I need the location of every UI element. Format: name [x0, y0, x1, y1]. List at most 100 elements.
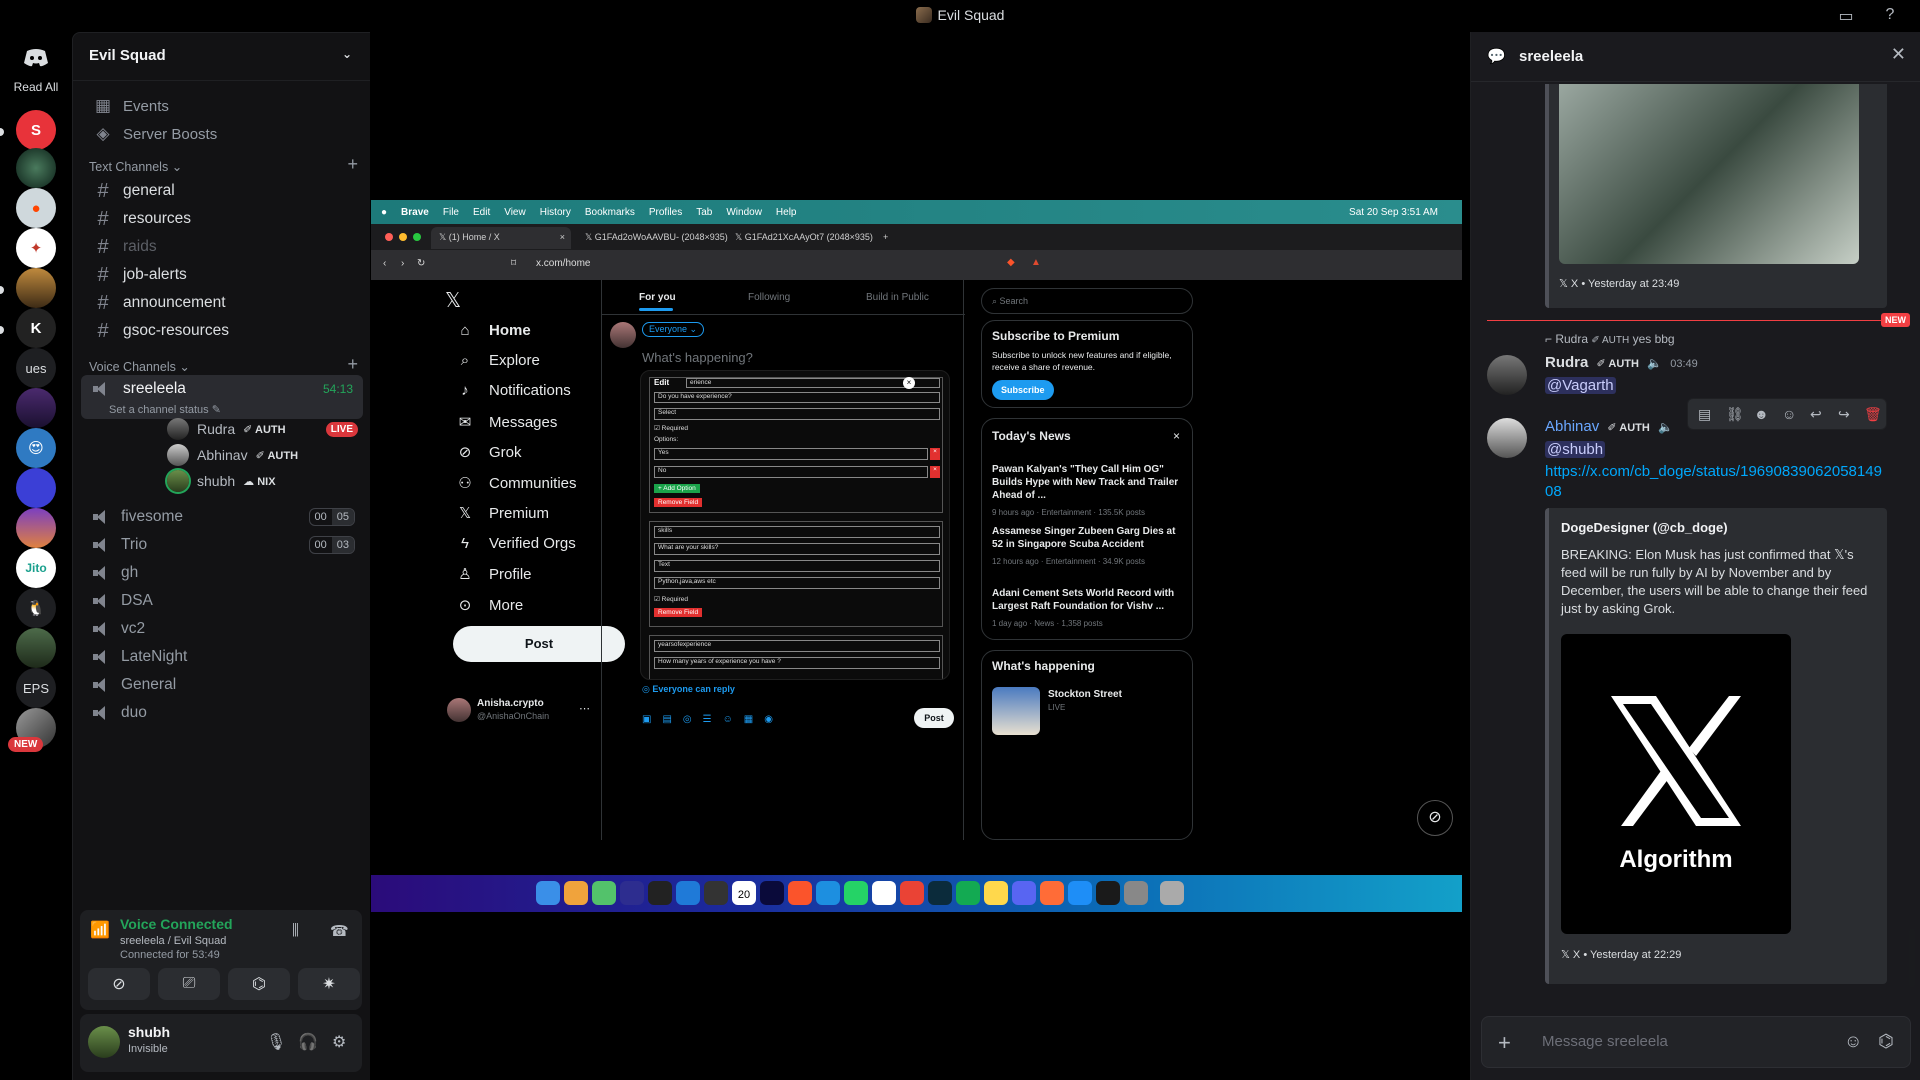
menu-profiles[interactable]: Profiles — [649, 207, 682, 218]
gamepad-icon[interactable]: ⌬ — [1878, 1031, 1894, 1052]
channel-gsoc-resources[interactable]: # gsoc-resources — [81, 315, 363, 347]
browser-tab-image-2[interactable]: 𝕏 G1FAd21XcAAyOt7 (2048×935) — [727, 227, 873, 249]
grok-float-icon[interactable]: ⊘ — [1417, 800, 1453, 836]
guild-icon-mascot[interactable]: ✦ — [16, 228, 56, 268]
voice-location[interactable]: sreeleela / Evil Squad — [120, 935, 226, 947]
embed-author[interactable]: DogeDesigner (@cb_doge) — [1561, 520, 1728, 535]
app-icon[interactable] — [704, 881, 728, 905]
whatsapp-icon[interactable] — [844, 881, 868, 905]
super-reaction-icon[interactable]: ☻ — [1754, 406, 1769, 422]
terminal-icon[interactable] — [648, 881, 672, 905]
browser-tab-image-1[interactable]: 𝕏 G1FAd2oWoAAVBU- (2048×935) — [577, 227, 728, 249]
x-nav-explore[interactable]: ⌕ Explore — [455, 352, 540, 369]
signal-icon[interactable]: 📶 — [90, 920, 112, 942]
account-menu-icon[interactable]: ⋯ — [579, 702, 590, 715]
guild-icon-blue[interactable] — [16, 468, 56, 508]
guild-icon-game[interactable] — [16, 628, 56, 668]
chrome-icon[interactable] — [900, 881, 924, 905]
author-name[interactable]: Rudra — [1545, 354, 1588, 371]
soundboard-button[interactable]: ✷ — [298, 968, 360, 1000]
docker-icon[interactable] — [816, 881, 840, 905]
compose-toolbar[interactable]: ▣▤◎☰☺▦◉ — [642, 714, 784, 725]
app-icon[interactable] — [1096, 881, 1120, 905]
x-nav-notifications[interactable]: ♪ Notifications — [455, 382, 570, 399]
close-icon[interactable]: × — [903, 377, 915, 389]
add-voice-channel-icon[interactable]: + — [347, 354, 358, 375]
vscode-icon[interactable] — [676, 881, 700, 905]
inbox-icon[interactable]: ▭ — [1836, 6, 1856, 25]
x-nav-home[interactable]: ⌂ Home — [455, 322, 530, 339]
message-composer[interactable]: + Message sreeleela ☺ ⌬ — [1481, 1016, 1911, 1068]
avatar[interactable] — [1487, 355, 1527, 395]
tab-for-you[interactable]: For you — [639, 292, 676, 303]
voice-user-abhinav[interactable]: Abhinav ✐ AUTH — [167, 443, 298, 467]
menu-history[interactable]: History — [540, 207, 571, 218]
new-tab-button[interactable]: + — [875, 227, 895, 249]
news-item[interactable]: Pawan Kalyan's "They Call Him OG" Builds… — [992, 463, 1184, 519]
menu-window[interactable]: Window — [726, 207, 762, 218]
discord-home-icon[interactable] — [16, 38, 56, 78]
guild-icon-owl[interactable]: 🐧 — [16, 588, 56, 628]
menu-bookmarks[interactable]: Bookmarks — [585, 207, 635, 218]
guild-icon-ues[interactable]: ues — [16, 348, 56, 388]
menu-help[interactable]: Help — [776, 207, 797, 218]
read-all-button[interactable]: Read All — [0, 80, 72, 94]
guild-icon-emoji[interactable]: 😍 — [16, 428, 56, 468]
close-window-icon[interactable] — [385, 233, 393, 241]
compose-post-button[interactable]: Post — [914, 708, 954, 728]
attached-image[interactable]: Edit erience Do you have experience? Sel… — [640, 370, 950, 680]
back-icon[interactable]: ‹ — [383, 258, 386, 269]
discord-icon[interactable] — [1012, 881, 1036, 905]
compose-input[interactable]: What's happening? — [642, 350, 753, 365]
guild-icon-jito[interactable]: Jito — [16, 548, 56, 588]
guild-icon-purple[interactable] — [16, 388, 56, 428]
brave-rewards-icon[interactable]: ▲ — [1031, 257, 1041, 268]
voice-channels-category[interactable]: Voice Channels ⌄ — [89, 359, 190, 374]
x-logo-icon[interactable]: 𝕏 — [445, 288, 461, 313]
reply-icon[interactable]: ↩ — [1810, 406, 1822, 423]
x-post-button[interactable]: Post — [453, 626, 625, 662]
bookmark-icon[interactable]: ⌑ — [511, 258, 516, 269]
apple-icon[interactable]: ● — [381, 207, 387, 218]
guild-icon-red[interactable]: S — [16, 110, 56, 150]
server-boosts-item[interactable]: ◈ Server Boosts — [81, 118, 363, 150]
guild-icon-avatar[interactable] — [16, 508, 56, 548]
minimize-window-icon[interactable] — [399, 233, 407, 241]
emoji-icon[interactable]: ☺ — [1782, 406, 1796, 422]
brave-shield-icon[interactable]: ◆ — [1007, 257, 1015, 268]
add-channel-icon[interactable]: + — [347, 154, 358, 175]
emoji-icon[interactable]: ☺ — [1844, 1031, 1862, 1052]
calendar-icon[interactable]: 20 — [732, 881, 756, 905]
username[interactable]: shubh — [128, 1024, 170, 1040]
browser-tab-x-home[interactable]: 𝕏 (1) Home / X × — [431, 227, 571, 249]
brave-icon[interactable] — [788, 881, 812, 905]
audience-dropdown[interactable]: Everyone ⌄ — [642, 322, 705, 337]
scrollbar[interactable] — [1909, 928, 1915, 988]
mongodb-icon[interactable] — [956, 881, 980, 905]
subscribe-button[interactable]: Subscribe — [992, 380, 1054, 400]
app-store-icon[interactable] — [1068, 881, 1092, 905]
message-input[interactable]: Message sreeleela — [1542, 1033, 1668, 1050]
activities-button[interactable]: ⌬ — [228, 968, 290, 1000]
avatar[interactable] — [88, 1026, 120, 1058]
menu-view[interactable]: View — [504, 207, 526, 218]
guild-icon-reddit[interactable]: ● — [16, 188, 56, 228]
forward-icon[interactable]: › — [401, 258, 404, 269]
trash-icon[interactable] — [1160, 881, 1184, 905]
author-name[interactable]: Abhinav — [1545, 418, 1599, 435]
postman-icon[interactable] — [1040, 881, 1064, 905]
embed-image[interactable]: Algorithm — [1561, 634, 1791, 934]
microphone-icon[interactable]: 🎙 — [266, 1032, 286, 1052]
message-link[interactable]: https://x.com/cb_doge/status/19690839062… — [1545, 462, 1887, 502]
x-nav-verified-orgs[interactable]: ϟ Verified Orgs — [455, 535, 576, 552]
menu-tab[interactable]: Tab — [696, 207, 712, 218]
guild-icon-k[interactable]: K — [16, 308, 56, 348]
launchpad-icon[interactable] — [564, 881, 588, 905]
happening-thumbnail[interactable] — [992, 687, 1040, 735]
x-nav-communities[interactable]: ⚇ Communities — [455, 474, 576, 493]
x-nav-messages[interactable]: ✉ Messages — [455, 413, 558, 432]
voice-user-shubh[interactable]: shubh ☁ NIX — [167, 469, 276, 493]
happening-item[interactable]: Stockton Street — [1048, 689, 1122, 700]
help-icon[interactable]: ? — [1880, 6, 1900, 24]
screen-share-stream[interactable]: ● Brave File Edit View History Bookmarks… — [371, 200, 1462, 912]
